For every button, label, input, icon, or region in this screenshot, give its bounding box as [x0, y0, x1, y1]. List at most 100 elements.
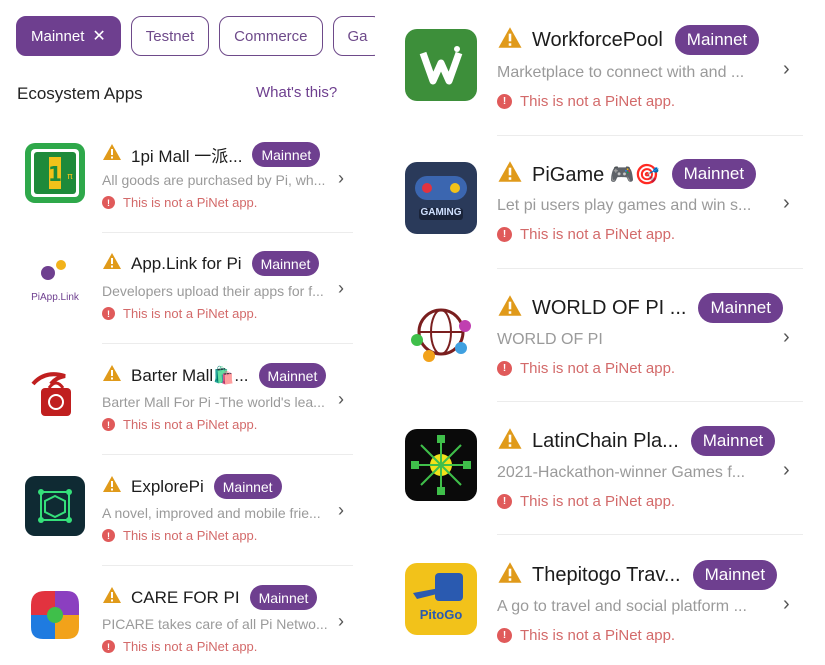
warning-icon — [102, 252, 122, 275]
app-row-world-of-pi[interactable]: WORLD OF PI ... Mainnet WORLD OF PI › ! … — [390, 268, 825, 401]
error-icon: ! — [497, 227, 512, 242]
app-title-line: App.Link for Pi Mainnet — [102, 251, 320, 276]
app-row-barter-mall[interactable]: Barter Mall🛍️... Mainnet Barter Mall For… — [0, 343, 375, 453]
chevron-right-icon[interactable]: › — [783, 326, 790, 349]
error-icon: ! — [497, 94, 512, 109]
app-title-line: Thepitogo Trav... Mainnet — [497, 560, 778, 590]
1pi-mall-icon: 1π — [25, 143, 85, 203]
notice-text: This is not a PiNet app. — [520, 360, 676, 377]
chevron-right-icon[interactable]: › — [338, 389, 344, 410]
pinet-notice: ! This is not a PiNet app. — [102, 195, 257, 210]
mainnet-badge: Mainnet — [674, 25, 760, 55]
app-description: 2021-Hackathon-winner Games f... — [497, 464, 746, 481]
pinet-notice: ! This is not a PiNet app. — [102, 528, 257, 543]
notice-text: This is not a PiNet app. — [520, 627, 676, 644]
pinet-notice: ! This is not a PiNet app. — [497, 627, 675, 644]
mainnet-badge: Mainnet — [671, 159, 757, 189]
app-row-care-for-pi[interactable]: CARE FOR PI Mainnet PICARE takes care of… — [0, 565, 375, 665]
mainnet-badge: Mainnet — [258, 363, 327, 388]
app-description: A novel, improved and mobile frie... — [102, 505, 321, 521]
app-name: LatinChain Pla... — [532, 429, 679, 452]
app-title-line: ExplorePi Mainnet — [102, 474, 282, 499]
warning-icon — [497, 294, 523, 323]
filter-chips: Mainnet ✕ Testnet Commerce Ga — [16, 16, 375, 56]
filter-chip-testnet[interactable]: Testnet — [130, 16, 210, 56]
app-name: Thepitogo Trav... — [532, 563, 681, 586]
error-icon: ! — [102, 640, 115, 653]
right-panel: WorkforcePool Mainnet Marketplace to con… — [390, 0, 825, 665]
app-description: All goods are purchased by Pi, wh... — [102, 172, 326, 188]
error-icon: ! — [102, 196, 115, 209]
chevron-right-icon[interactable]: › — [783, 459, 790, 482]
filter-chip-mainnet[interactable]: Mainnet ✕ — [16, 16, 121, 56]
applink-icon: PiApp.Link — [25, 256, 85, 316]
pinet-notice: ! This is not a PiNet app. — [497, 93, 675, 110]
notice-text: This is not a PiNet app. — [520, 93, 676, 110]
svg-text:π: π — [67, 172, 73, 182]
app-row-workforcepool[interactable]: WorkforcePool Mainnet Marketplace to con… — [390, 0, 825, 130]
pigame-icon-text: GAMING — [420, 207, 462, 218]
chevron-right-icon[interactable]: › — [783, 593, 790, 616]
app-row-explorepi[interactable]: ExplorePi Mainnet A novel, improved and … — [0, 454, 375, 564]
app-description: Let pi users play games and win s... — [497, 197, 752, 214]
notice-text: This is not a PiNet app. — [123, 528, 258, 543]
care-for-pi-icon — [25, 585, 85, 645]
chevron-right-icon[interactable]: › — [783, 192, 790, 215]
filter-chip-games[interactable]: Ga — [332, 16, 375, 56]
notice-text: This is not a PiNet app. — [123, 417, 258, 432]
warning-icon — [497, 427, 523, 456]
latinchain-icon — [405, 429, 477, 501]
app-row-1pi-mall[interactable]: 1π 1pi Mall 一派... Mainnet All goods are … — [0, 140, 375, 240]
filter-chip-label: Testnet — [145, 27, 195, 45]
app-row-latinchain[interactable]: LatinChain Pla... Mainnet 2021-Hackathon… — [390, 401, 825, 534]
pigame-icon: GAMING — [405, 162, 477, 234]
svg-text:1: 1 — [48, 162, 62, 186]
applink-icon-text: PiApp.Link — [31, 292, 79, 303]
section-title: Ecosystem Apps — [17, 84, 143, 103]
app-name: CARE FOR PI — [131, 587, 240, 607]
chevron-right-icon[interactable]: › — [338, 611, 344, 632]
error-icon: ! — [102, 418, 115, 431]
app-description: Barter Mall For Pi -The world's lea... — [102, 394, 325, 410]
mainnet-badge: Mainnet — [249, 585, 318, 610]
divider — [102, 343, 353, 344]
left-panel: Mainnet ✕ Testnet Commerce Ga Ecosystem … — [0, 0, 375, 665]
chevron-right-icon[interactable]: › — [338, 168, 344, 189]
app-name: Barter Mall🛍️... — [131, 365, 249, 385]
filter-chip-label: Ga — [347, 27, 368, 45]
error-icon: ! — [497, 628, 512, 643]
chevron-right-icon[interactable]: › — [338, 500, 344, 521]
mainnet-badge: Mainnet — [692, 560, 778, 590]
pinet-notice: ! This is not a PiNet app. — [102, 417, 257, 432]
app-description: Marketplace to connect with and ... — [497, 64, 745, 81]
pinet-notice: ! This is not a PiNet app. — [497, 226, 675, 243]
world-of-pi-icon — [405, 296, 477, 368]
app-row-pigame[interactable]: GAMING PiGame 🎮🎯 Mainnet Let pi users pl… — [390, 135, 825, 268]
notice-text: This is not a PiNet app. — [123, 639, 258, 654]
notice-text: This is not a PiNet app. — [123, 306, 258, 321]
divider — [497, 401, 803, 402]
app-title-line: WORLD OF PI ... Mainnet — [497, 293, 783, 323]
filter-chip-label: Mainnet — [31, 27, 85, 45]
divider — [102, 565, 353, 566]
whats-this-link[interactable]: What's this? — [256, 84, 337, 101]
pinet-notice: ! This is not a PiNet app. — [102, 639, 257, 654]
mainnet-badge: Mainnet — [690, 426, 776, 456]
filter-chip-label: Commerce — [234, 27, 308, 45]
warning-icon — [102, 143, 122, 166]
error-icon: ! — [497, 494, 512, 509]
chevron-right-icon[interactable]: › — [338, 278, 344, 299]
warning-icon — [497, 26, 523, 55]
pitogo-icon-text: PitoGo — [419, 607, 463, 622]
app-name: WORLD OF PI ... — [532, 296, 687, 319]
app-row-thepitogo[interactable]: PitoGo Thepitogo Trav... Mainnet A go to… — [390, 534, 825, 665]
pitogo-icon: PitoGo — [405, 563, 477, 635]
chevron-right-icon[interactable]: › — [783, 58, 790, 81]
filter-chip-commerce[interactable]: Commerce — [219, 16, 323, 56]
divider — [497, 135, 803, 136]
app-row-applink[interactable]: PiApp.Link App.Link for Pi Mainnet Devel… — [0, 232, 375, 342]
divider — [102, 454, 353, 455]
mainnet-badge: Mainnet — [252, 142, 321, 167]
error-icon: ! — [102, 529, 115, 542]
close-icon[interactable]: ✕ — [92, 26, 105, 46]
